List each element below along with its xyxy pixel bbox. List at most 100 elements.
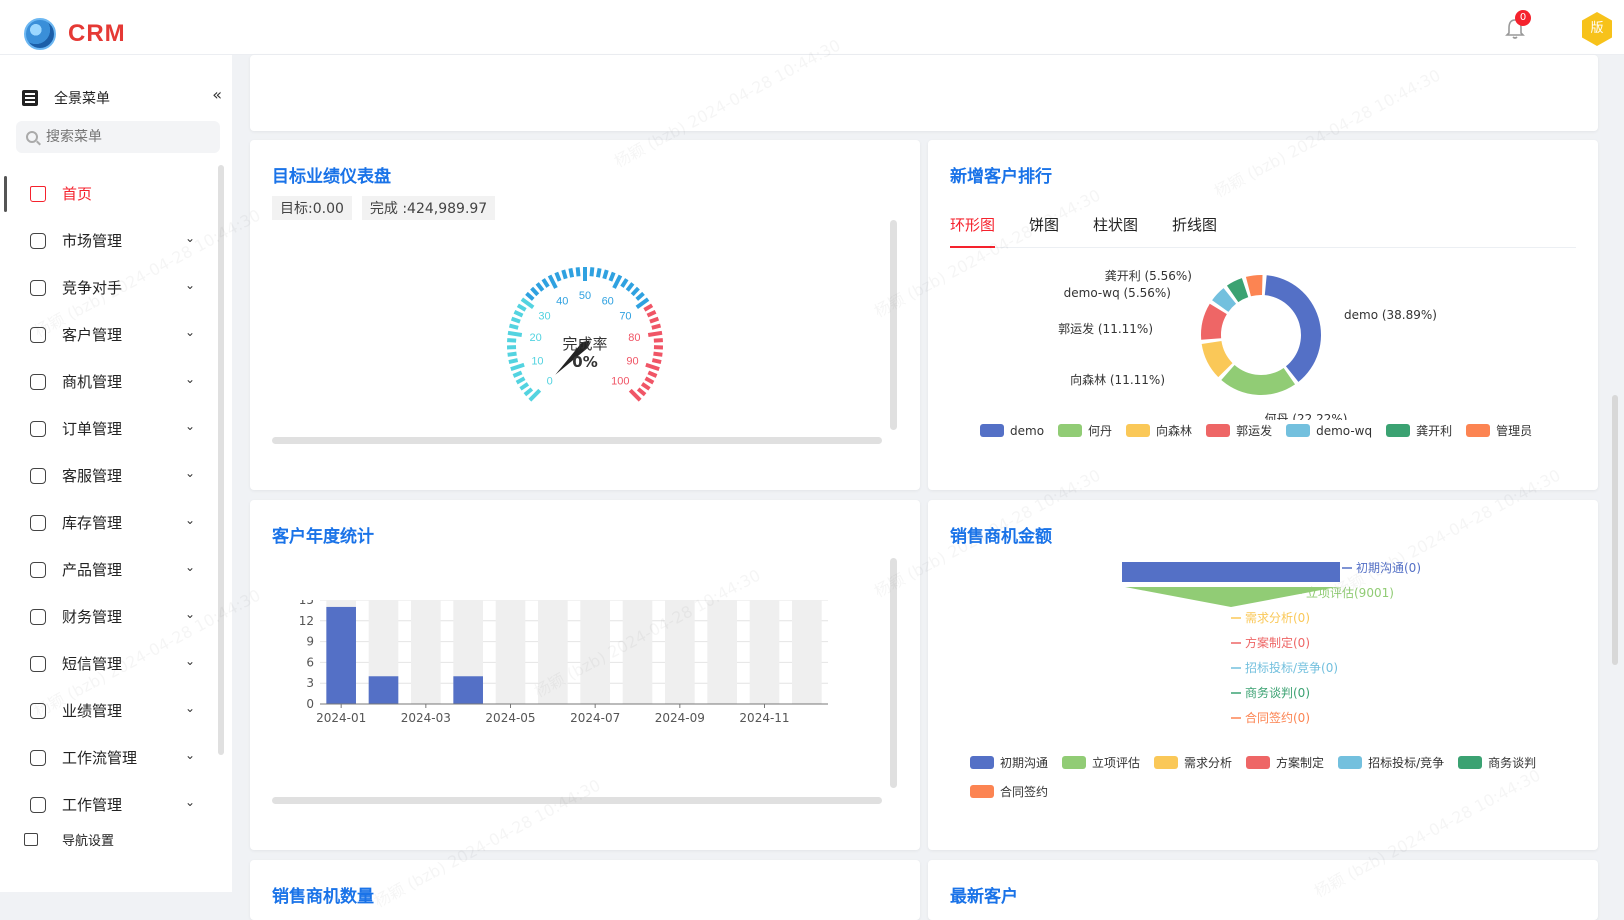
donut-slice[interactable] — [1265, 275, 1321, 382]
chevron-down-icon[interactable]: ⌄ — [185, 654, 195, 668]
gauge-tick — [652, 360, 661, 362]
gauge-h-scrollbar[interactable] — [272, 437, 882, 444]
legend-swatch — [1058, 424, 1082, 437]
chevron-down-icon[interactable]: ⌄ — [185, 231, 195, 245]
annual-v-scrollbar[interactable] — [890, 558, 897, 788]
legend-item[interactable]: 需求分析 — [1154, 754, 1232, 771]
menu-item-icon — [30, 703, 46, 719]
chevron-down-icon[interactable]: ⌄ — [185, 325, 195, 339]
legend-item[interactable]: 招标投标/竞争 — [1338, 754, 1444, 771]
collapse-icon[interactable]: « — [212, 85, 222, 104]
menu-list: 首页市场管理⌄竞争对手⌄客户管理⌄商机管理⌄订单管理⌄客服管理⌄库存管理⌄产品管… — [0, 170, 222, 820]
legend-item[interactable]: 商务谈判 — [1458, 754, 1536, 771]
donut-slice[interactable] — [1246, 275, 1263, 296]
gauge-tick — [604, 270, 607, 279]
funnel-stage[interactable] — [1122, 562, 1340, 582]
sidebar-item[interactable]: 客服管理⌄ — [0, 452, 222, 499]
legend-label: 郭运发 — [1236, 422, 1272, 439]
chevron-down-icon[interactable]: ⌄ — [185, 278, 195, 292]
legend-item[interactable]: demo-wq — [1286, 422, 1372, 439]
legend-item[interactable]: 立项评估 — [1062, 754, 1140, 771]
legend-item[interactable]: 管理员 — [1466, 422, 1532, 439]
gauge-tick — [632, 288, 638, 295]
sidebar-item-label: 产品管理 — [62, 559, 122, 580]
chevron-down-icon[interactable]: ⌄ — [185, 701, 195, 715]
sidebar-item[interactable]: 订单管理⌄ — [0, 405, 222, 452]
gauge-tick — [556, 272, 559, 280]
legend-label: 方案制定 — [1276, 754, 1324, 771]
chevron-down-icon[interactable]: ⌄ — [185, 560, 195, 574]
gauge-tick — [543, 279, 548, 287]
sidebar-item[interactable]: 财务管理⌄ — [0, 593, 222, 640]
latest-customers-card: 最新客户 — [928, 860, 1598, 920]
legend-item[interactable]: 向森林 — [1126, 422, 1192, 439]
menu-search-input[interactable] — [46, 129, 206, 145]
y-tick-label: 9 — [306, 635, 314, 649]
sidebar-item[interactable]: 工作流管理⌄ — [0, 734, 222, 781]
gauge-tick — [645, 378, 653, 382]
chevron-down-icon[interactable]: ⌄ — [185, 748, 195, 762]
sidebar-item[interactable]: 首页 — [0, 170, 222, 217]
legend-label: 商务谈判 — [1488, 754, 1536, 771]
gauge-tick — [526, 293, 533, 299]
menu-header: 全景菜单 « — [22, 85, 222, 111]
bar[interactable] — [326, 607, 356, 704]
chevron-down-icon[interactable]: ⌄ — [185, 795, 195, 809]
nav-setting-button[interactable]: 导航设置 — [24, 830, 114, 849]
donut-slice[interactable] — [1201, 304, 1227, 340]
gauge-tick-label: 80 — [628, 332, 640, 344]
gauge-v-scrollbar[interactable] — [890, 220, 897, 430]
notification-badge: 0 — [1515, 10, 1531, 26]
sidebar-item[interactable]: 业绩管理⌄ — [0, 687, 222, 734]
logo[interactable]: CRM — [24, 18, 126, 50]
menu-search[interactable] — [16, 121, 220, 153]
legend-item[interactable]: 郭运发 — [1206, 422, 1272, 439]
legend-swatch — [1286, 424, 1310, 437]
donut-slice[interactable] — [1202, 341, 1233, 377]
chevron-down-icon[interactable]: ⌄ — [185, 466, 195, 480]
rank-tab[interactable]: 环形图 — [950, 210, 995, 248]
sidebar-item[interactable]: 市场管理⌄ — [0, 217, 222, 264]
sidebar-item[interactable]: 工作管理⌄ — [0, 781, 222, 820]
legend-item[interactable]: 初期沟通 — [970, 754, 1048, 771]
bar[interactable] — [453, 676, 483, 704]
rank-tab[interactable]: 柱状图 — [1093, 210, 1138, 248]
chevron-down-icon[interactable]: ⌄ — [185, 513, 195, 527]
legend-label: 立项评估 — [1092, 754, 1140, 771]
rank-tab[interactable]: 饼图 — [1029, 210, 1059, 248]
bar-background — [623, 600, 653, 704]
legend-item[interactable]: demo — [980, 422, 1044, 439]
sidebar-item[interactable]: 产品管理 ⌄ — [0, 546, 222, 593]
legend-item[interactable]: 合同签约 — [970, 783, 1048, 800]
sidebar-item[interactable]: 客户管理⌄ — [0, 311, 222, 358]
annual-h-scrollbar[interactable] — [272, 797, 882, 804]
globe-logo-icon — [24, 18, 56, 50]
gauge-tick — [517, 378, 525, 382]
gauge-chart: 0102030405060708090100完成率0% — [480, 235, 690, 445]
menu-item-icon — [30, 609, 46, 625]
legend-label: 合同签约 — [1000, 783, 1048, 800]
avatar[interactable]: 版 — [1582, 12, 1612, 46]
nav-setting-label: 导航设置 — [62, 830, 114, 849]
sidebar-item[interactable]: 短信管理⌄ — [0, 640, 222, 687]
legend-label: demo-wq — [1316, 424, 1372, 438]
chevron-down-icon[interactable]: ⌄ — [185, 419, 195, 433]
bar[interactable] — [369, 676, 399, 704]
page-scrollbar[interactable] — [1612, 395, 1618, 665]
sidebar-item[interactable]: 竞争对手⌄ — [0, 264, 222, 311]
legend-item[interactable]: 龚开利 — [1386, 422, 1452, 439]
gauge-tick — [652, 326, 661, 328]
gauge-label: 完成率 — [562, 335, 607, 353]
chevron-down-icon[interactable]: ⌄ — [185, 607, 195, 621]
menu-item-icon — [30, 374, 46, 390]
sidebar-item[interactable]: 商机管理⌄ — [0, 358, 222, 405]
legend-swatch — [1126, 424, 1150, 437]
sidebar-item[interactable]: 库存管理⌄ — [0, 499, 222, 546]
sidebar-scrollbar[interactable] — [218, 165, 224, 755]
legend-item[interactable]: 方案制定 — [1246, 754, 1324, 771]
legend-item[interactable]: 何丹 — [1058, 422, 1112, 439]
y-tick-label: 3 — [306, 676, 314, 690]
donut-slice[interactable] — [1221, 365, 1295, 395]
chevron-down-icon[interactable]: ⌄ — [185, 372, 195, 386]
rank-tab[interactable]: 折线图 — [1172, 210, 1217, 248]
